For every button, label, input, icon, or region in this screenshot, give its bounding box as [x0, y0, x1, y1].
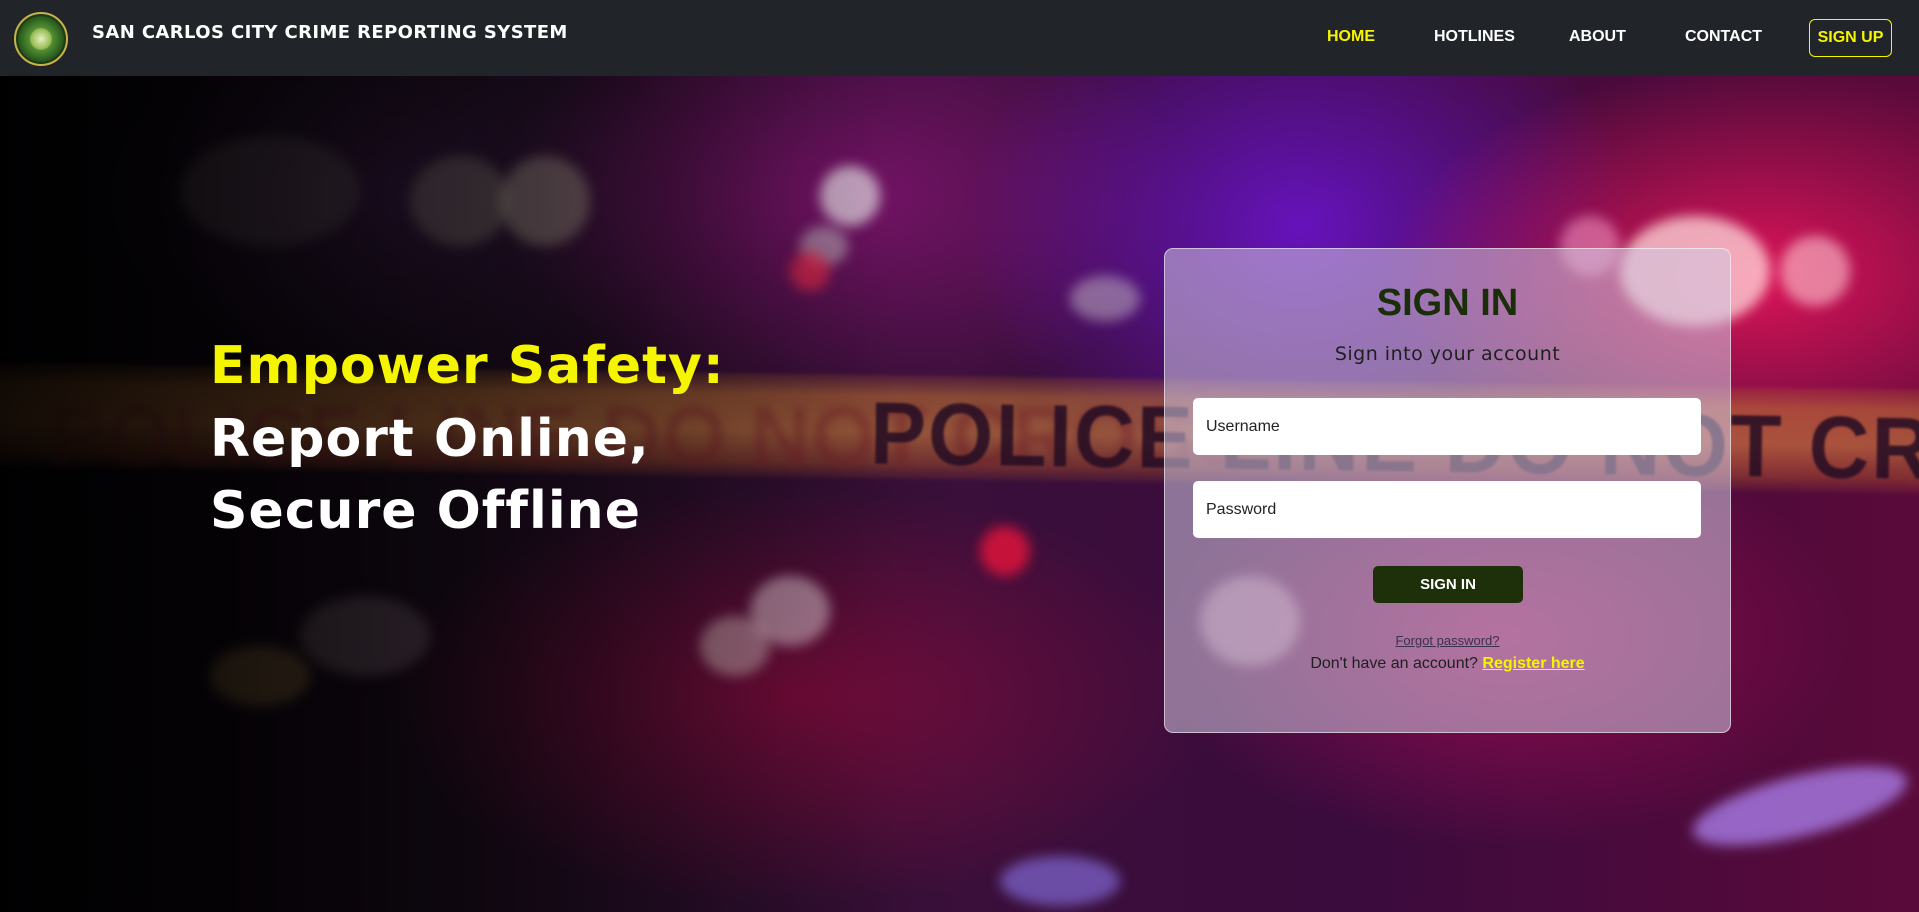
site-brand-title[interactable]: SAN CARLOS CITY CRIME REPORTING SYSTEM [92, 22, 568, 43]
bokeh-light [1780, 236, 1850, 306]
hero-headline-line2: Report Online, [210, 409, 650, 469]
bokeh-light [1686, 750, 1914, 862]
register-link[interactable]: Register here [1482, 655, 1584, 672]
bokeh-light [1000, 856, 1120, 906]
hero-headline-line3: Secure Offline [210, 481, 641, 541]
password-field[interactable] [1193, 481, 1701, 538]
sign-in-button[interactable]: SIGN IN [1373, 566, 1523, 603]
sign-up-button[interactable]: SIGN UP [1809, 19, 1892, 57]
nav-contact[interactable]: CONTACT [1685, 28, 1762, 46]
username-field[interactable] [1193, 398, 1701, 455]
nav-hotlines[interactable]: HOTLINES [1434, 28, 1515, 46]
bokeh-light [1070, 276, 1140, 321]
nav-home[interactable]: HOME [1327, 28, 1375, 46]
sign-in-title: SIGN IN [1376, 282, 1519, 324]
register-prompt: Don't have an account? [1310, 655, 1478, 672]
bokeh-light [980, 526, 1030, 576]
register-row: Don't have an account? Register here [1164, 655, 1731, 673]
nav-about[interactable]: ABOUT [1569, 28, 1626, 46]
top-navbar: SAN CARLOS CITY CRIME REPORTING SYSTEM H… [0, 0, 1919, 76]
city-seal-logo-icon[interactable] [14, 12, 68, 66]
forgot-password-link[interactable]: Forgot password? [1164, 633, 1731, 648]
hero-headline-line1: Empower Safety: [210, 336, 725, 396]
sign-in-subtitle: Sign into your account [1334, 343, 1561, 365]
